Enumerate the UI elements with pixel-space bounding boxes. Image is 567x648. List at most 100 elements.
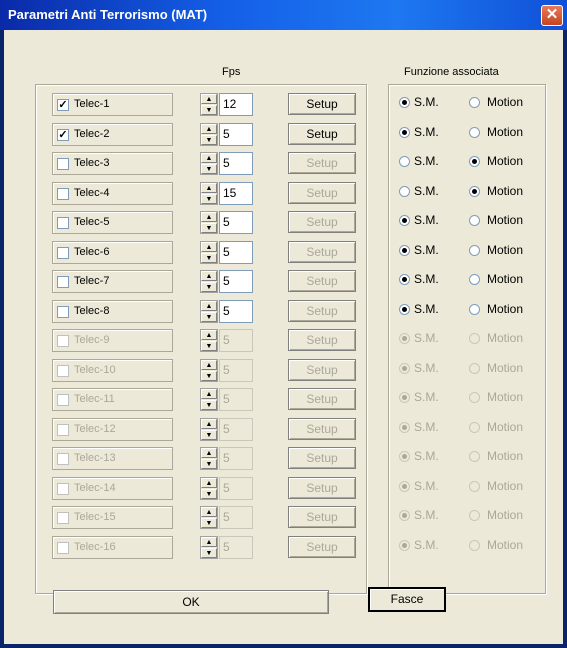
spin-down-icon[interactable]: ▼ (201, 341, 217, 351)
camera-checkbox[interactable] (57, 541, 69, 554)
motion-radio[interactable] (469, 539, 480, 551)
spin-down-icon[interactable]: ▼ (201, 223, 217, 233)
spin-up-icon[interactable]: ▲ (201, 389, 217, 399)
spin-up-icon[interactable]: ▲ (201, 359, 217, 370)
fps-input[interactable]: 5 (219, 388, 253, 411)
motion-radio[interactable] (469, 185, 480, 197)
spin-up-icon[interactable]: ▲ (201, 477, 217, 488)
setup-button[interactable]: Setup (288, 417, 356, 440)
fps-input[interactable]: 5 (219, 506, 253, 529)
fps-spinner[interactable]: ▲ ▼ (200, 299, 218, 323)
spin-down-icon[interactable]: ▼ (201, 429, 217, 440)
motion-radio[interactable] (469, 244, 480, 256)
setup-button[interactable]: Setup (288, 329, 356, 351)
fps-input[interactable]: 5 (219, 329, 253, 352)
fps-spinner[interactable]: ▲ ▼ (200, 270, 218, 293)
spin-down-icon[interactable]: ▼ (201, 282, 217, 292)
fps-spinner[interactable]: ▲ ▼ (200, 476, 218, 500)
setup-button[interactable]: Setup (288, 122, 356, 145)
camera-checkbox[interactable]: ✓ (57, 128, 69, 141)
spin-down-icon[interactable]: ▼ (201, 400, 217, 410)
fps-spinner[interactable]: ▲ ▼ (200, 93, 218, 116)
setup-button[interactable]: Setup (288, 181, 356, 204)
spin-down-icon[interactable]: ▼ (201, 252, 217, 263)
motion-radio[interactable] (469, 274, 480, 285)
fasce-button[interactable]: Fasce (368, 587, 446, 612)
sm-radio[interactable] (399, 451, 410, 462)
fps-input[interactable]: 5 (219, 358, 253, 382)
setup-button[interactable]: Setup (288, 506, 356, 528)
fps-spinner[interactable]: ▲ ▼ (200, 240, 218, 264)
spin-down-icon[interactable]: ▼ (201, 518, 217, 528)
fps-input[interactable]: 5 (219, 535, 253, 559)
motion-radio[interactable] (469, 362, 480, 374)
fps-spinner[interactable]: ▲ ▼ (200, 181, 218, 205)
camera-checkbox[interactable] (57, 512, 69, 524)
motion-radio[interactable] (469, 421, 480, 433)
fps-input[interactable]: 5 (219, 476, 253, 500)
fps-spinner[interactable]: ▲ ▼ (200, 152, 218, 175)
motion-radio[interactable] (469, 97, 480, 108)
setup-button[interactable]: Setup (288, 476, 356, 499)
fps-input[interactable]: 5 (219, 447, 253, 470)
fps-input[interactable]: 5 (219, 211, 253, 234)
sm-radio[interactable] (399, 362, 410, 374)
motion-radio[interactable] (469, 303, 480, 315)
fps-input[interactable]: 15 (219, 181, 253, 205)
motion-radio[interactable] (469, 156, 480, 167)
fps-input[interactable]: 5 (219, 152, 253, 175)
spin-up-icon[interactable]: ▲ (201, 300, 217, 311)
setup-button[interactable]: Setup (288, 535, 356, 558)
motion-radio[interactable] (469, 126, 480, 138)
motion-radio[interactable] (469, 333, 480, 344)
camera-checkbox[interactable] (57, 276, 69, 288)
spin-down-icon[interactable]: ▼ (201, 164, 217, 174)
fps-input[interactable]: 5 (219, 240, 253, 264)
spin-up-icon[interactable]: ▲ (201, 271, 217, 281)
fps-spinner[interactable]: ▲ ▼ (200, 535, 218, 559)
spin-up-icon[interactable]: ▲ (201, 123, 217, 134)
spin-down-icon[interactable]: ▼ (201, 488, 217, 499)
spin-down-icon[interactable]: ▼ (201, 134, 217, 145)
setup-button[interactable]: Setup (288, 240, 356, 263)
sm-radio[interactable] (399, 510, 410, 521)
spin-up-icon[interactable]: ▲ (201, 507, 217, 517)
camera-checkbox[interactable] (57, 246, 69, 259)
camera-checkbox[interactable] (57, 158, 69, 170)
spin-down-icon[interactable]: ▼ (201, 547, 217, 558)
fps-spinner[interactable]: ▲ ▼ (200, 417, 218, 441)
fps-spinner[interactable]: ▲ ▼ (200, 329, 218, 352)
sm-radio[interactable] (399, 392, 410, 403)
motion-radio[interactable] (469, 510, 480, 521)
setup-button[interactable]: Setup (288, 299, 356, 322)
spin-down-icon[interactable]: ▼ (201, 193, 217, 204)
fps-spinner[interactable]: ▲ ▼ (200, 211, 218, 234)
sm-radio[interactable] (399, 480, 410, 492)
camera-checkbox[interactable]: ✓ (57, 99, 69, 111)
sm-radio[interactable] (399, 215, 410, 226)
camera-checkbox[interactable] (57, 217, 69, 229)
fps-spinner[interactable]: ▲ ▼ (200, 388, 218, 411)
motion-radio[interactable] (469, 215, 480, 226)
camera-checkbox[interactable] (57, 305, 69, 318)
spin-up-icon[interactable]: ▲ (201, 536, 217, 547)
sm-radio[interactable] (399, 244, 410, 256)
spin-up-icon[interactable]: ▲ (201, 94, 217, 104)
sm-radio[interactable] (399, 185, 410, 197)
fps-input[interactable]: 5 (219, 299, 253, 323)
camera-checkbox[interactable] (57, 335, 69, 347)
camera-checkbox[interactable] (57, 394, 69, 406)
sm-radio[interactable] (399, 333, 410, 344)
spin-up-icon[interactable]: ▲ (201, 241, 217, 252)
setup-button[interactable]: Setup (288, 93, 356, 115)
fps-spinner[interactable]: ▲ ▼ (200, 122, 218, 146)
spin-up-icon[interactable]: ▲ (201, 182, 217, 193)
setup-button[interactable]: Setup (288, 358, 356, 381)
fps-input[interactable]: 5 (219, 417, 253, 441)
spin-up-icon[interactable]: ▲ (201, 153, 217, 163)
fps-input[interactable]: 12 (219, 93, 253, 116)
fps-spinner[interactable]: ▲ ▼ (200, 358, 218, 382)
setup-button[interactable]: Setup (288, 211, 356, 233)
spin-up-icon[interactable]: ▲ (201, 212, 217, 222)
fps-spinner[interactable]: ▲ ▼ (200, 447, 218, 470)
